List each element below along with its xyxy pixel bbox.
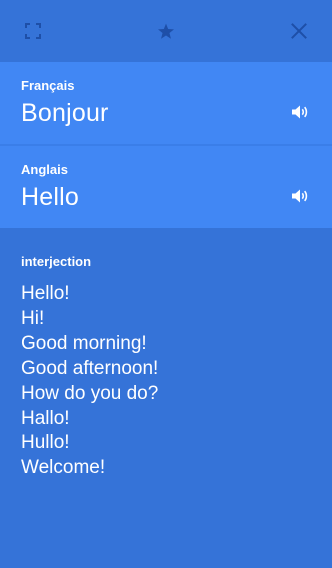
speaker-icon: [292, 189, 308, 203]
target-text[interactable]: Hello: [21, 183, 79, 212]
dictionary-results: interjection Hello! Hi! Good morning! Go…: [0, 228, 332, 568]
star-icon: [158, 23, 174, 39]
translation-item[interactable]: Hi!: [21, 307, 158, 332]
translation-item[interactable]: Hello!: [21, 282, 158, 307]
source-language-card: Français Bonjour: [0, 62, 332, 144]
translation-item[interactable]: Hullo!: [21, 431, 158, 456]
translation-item[interactable]: Good afternoon!: [21, 357, 158, 382]
toolbar: [0, 0, 332, 62]
translation-item[interactable]: Good morning!: [21, 332, 158, 357]
translation-list: Hello! Hi! Good morning! Good afternoon!…: [21, 282, 158, 481]
translation-item[interactable]: Welcome!: [21, 456, 158, 481]
close-button[interactable]: [287, 19, 311, 43]
expand-icon: [25, 23, 41, 39]
source-language-label: Français: [21, 78, 75, 93]
target-language-card: Anglais Hello: [0, 146, 332, 228]
part-of-speech-label: interjection: [21, 254, 92, 269]
close-icon: [291, 23, 307, 39]
target-speak-button[interactable]: [290, 187, 310, 205]
translation-item[interactable]: Hallo!: [21, 407, 158, 432]
expand-button[interactable]: [21, 19, 45, 43]
favorite-button[interactable]: [154, 19, 178, 43]
target-language-label: Anglais: [21, 162, 68, 177]
translation-item[interactable]: How do you do?: [21, 382, 158, 407]
source-text[interactable]: Bonjour: [21, 99, 109, 128]
source-speak-button[interactable]: [290, 103, 310, 121]
speaker-icon: [292, 105, 308, 119]
